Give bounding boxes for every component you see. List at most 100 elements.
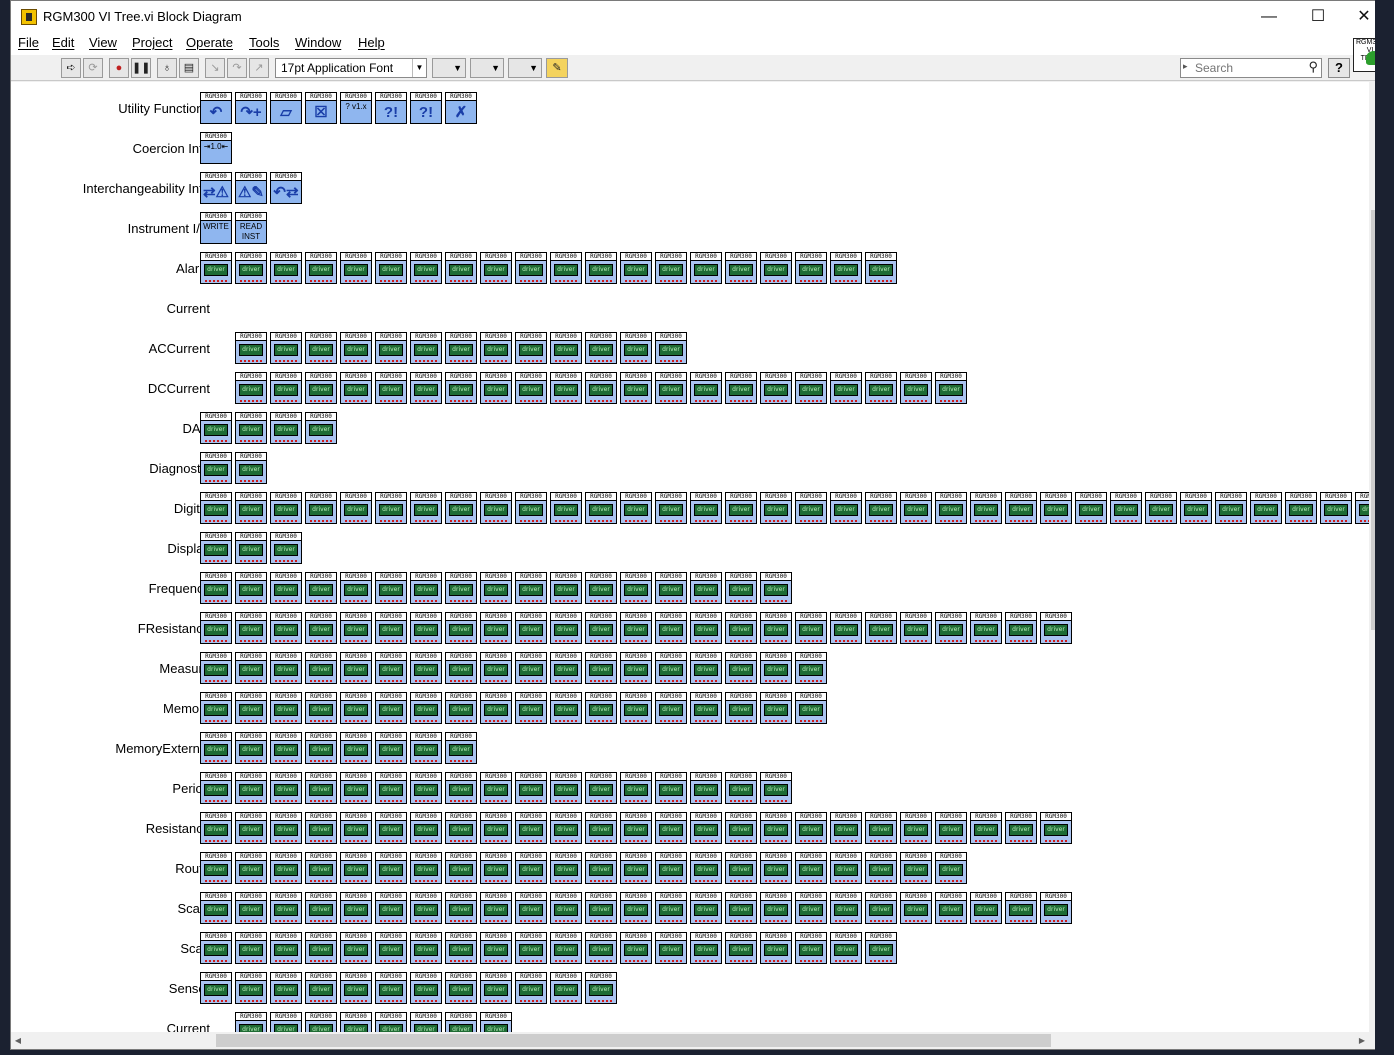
driver-subvi-icon[interactable]: RGM300 driver: [375, 372, 407, 404]
driver-subvi-icon[interactable]: RGM300 driver: [305, 332, 337, 364]
driver-subvi-icon[interactable]: RGM300 driver: [690, 652, 722, 684]
driver-subvi-icon[interactable]: RGM300 driver: [1040, 492, 1072, 524]
driver-subvi-icon[interactable]: RGM300 driver: [935, 372, 967, 404]
utility-subvi-icon[interactable]: RGM300 ✗: [445, 92, 477, 124]
driver-subvi-icon[interactable]: RGM300 driver: [760, 812, 792, 844]
driver-subvi-icon[interactable]: RGM300 driver: [795, 612, 827, 644]
driver-subvi-icon[interactable]: RGM300 driver: [235, 332, 267, 364]
driver-subvi-icon[interactable]: RGM300 driver: [935, 892, 967, 924]
driver-subvi-icon[interactable]: RGM300 driver: [585, 972, 617, 1004]
driver-subvi-icon[interactable]: RGM300 driver: [270, 932, 302, 964]
menu-tools[interactable]: Tools: [249, 35, 279, 50]
driver-subvi-icon[interactable]: RGM300 driver: [970, 892, 1002, 924]
driver-subvi-icon[interactable]: RGM300 driver: [305, 692, 337, 724]
driver-subvi-icon[interactable]: RGM300 driver: [900, 852, 932, 884]
driver-subvi-icon[interactable]: RGM300 driver: [410, 932, 442, 964]
driver-subvi-icon[interactable]: RGM300 driver: [865, 812, 897, 844]
retain-wire-values-icon[interactable]: ▤: [179, 58, 199, 78]
driver-subvi-icon[interactable]: RGM300 driver: [760, 892, 792, 924]
driver-subvi-icon[interactable]: RGM300 driver: [410, 252, 442, 284]
driver-subvi-icon[interactable]: RGM300 driver: [830, 852, 862, 884]
driver-subvi-icon[interactable]: RGM300 driver: [725, 692, 757, 724]
driver-subvi-icon[interactable]: RGM300 driver: [620, 812, 652, 844]
driver-subvi-icon[interactable]: RGM300 driver: [795, 492, 827, 524]
step-over-icon[interactable]: ↷: [227, 58, 247, 78]
driver-subvi-icon[interactable]: RGM300 driver: [305, 892, 337, 924]
driver-subvi-icon[interactable]: RGM300 driver: [690, 852, 722, 884]
reorder-icon[interactable]: ▼: [508, 58, 542, 78]
driver-subvi-icon[interactable]: RGM300 driver: [445, 772, 477, 804]
driver-subvi-icon[interactable]: RGM300 driver: [445, 972, 477, 1004]
menu-help[interactable]: Help: [358, 35, 385, 50]
menu-file[interactable]: File: [18, 35, 39, 50]
close-button[interactable]: ✕: [1350, 5, 1378, 29]
driver-subvi-icon[interactable]: RGM300 driver: [235, 612, 267, 644]
driver-subvi-icon[interactable]: RGM300 driver: [235, 892, 267, 924]
driver-subvi-icon[interactable]: RGM300 driver: [200, 532, 232, 564]
driver-subvi-icon[interactable]: RGM300 driver: [760, 372, 792, 404]
driver-subvi-icon[interactable]: RGM300 driver: [795, 252, 827, 284]
driver-subvi-icon[interactable]: RGM300 driver: [270, 812, 302, 844]
driver-subvi-icon[interactable]: RGM300 driver: [865, 252, 897, 284]
driver-subvi-icon[interactable]: RGM300 driver: [375, 332, 407, 364]
driver-subvi-icon[interactable]: RGM300 driver: [1005, 892, 1037, 924]
menu-operate[interactable]: Operate: [186, 35, 233, 50]
driver-subvi-icon[interactable]: RGM300 driver: [410, 972, 442, 1004]
driver-subvi-icon[interactable]: RGM300 driver: [200, 812, 232, 844]
align-objects-icon[interactable]: ▼: [432, 58, 466, 78]
driver-subvi-icon[interactable]: RGM300 driver: [445, 692, 477, 724]
maximize-button[interactable]: ☐: [1304, 5, 1332, 29]
driver-subvi-icon[interactable]: RGM300 driver: [270, 972, 302, 1004]
driver-subvi-icon[interactable]: RGM300 driver: [515, 652, 547, 684]
driver-subvi-icon[interactable]: RGM300 driver: [480, 492, 512, 524]
step-into-icon[interactable]: ↘: [205, 58, 225, 78]
driver-subvi-icon[interactable]: RGM300 driver: [270, 772, 302, 804]
driver-subvi-icon[interactable]: RGM300 driver: [690, 252, 722, 284]
driver-subvi-icon[interactable]: RGM300 driver: [515, 692, 547, 724]
driver-subvi-icon[interactable]: RGM300 driver: [550, 372, 582, 404]
driver-subvi-icon[interactable]: RGM300 driver: [585, 812, 617, 844]
driver-subvi-icon[interactable]: RGM300 driver: [865, 852, 897, 884]
driver-subvi-icon[interactable]: RGM300 driver: [655, 892, 687, 924]
driver-subvi-icon[interactable]: RGM300 driver: [725, 892, 757, 924]
driver-subvi-icon[interactable]: RGM300 driver: [830, 612, 862, 644]
driver-subvi-icon[interactable]: RGM300 driver: [935, 852, 967, 884]
driver-subvi-icon[interactable]: RGM300 driver: [305, 252, 337, 284]
driver-subvi-icon[interactable]: RGM300 driver: [515, 572, 547, 604]
driver-subvi-icon[interactable]: RGM300 driver: [795, 652, 827, 684]
driver-subvi-icon[interactable]: RGM300 driver: [725, 932, 757, 964]
driver-subvi-icon[interactable]: RGM300 driver: [410, 372, 442, 404]
utility-subvi-icon[interactable]: RGM300? v1.x: [340, 92, 372, 124]
driver-subvi-icon[interactable]: RGM300 driver: [375, 1012, 407, 1032]
driver-subvi-icon[interactable]: RGM300 driver: [305, 1012, 337, 1032]
driver-subvi-icon[interactable]: RGM300 driver: [1145, 492, 1177, 524]
driver-subvi-icon[interactable]: RGM300 driver: [550, 252, 582, 284]
driver-subvi-icon[interactable]: RGM300 driver: [830, 892, 862, 924]
utility-subvi-icon[interactable]: RGM300 ↶⇄: [270, 172, 302, 204]
driver-subvi-icon[interactable]: RGM300 driver: [690, 692, 722, 724]
driver-subvi-icon[interactable]: RGM300 driver: [410, 772, 442, 804]
driver-subvi-icon[interactable]: RGM300 driver: [1040, 612, 1072, 644]
driver-subvi-icon[interactable]: RGM300 driver: [1110, 492, 1142, 524]
driver-subvi-icon[interactable]: RGM300 driver: [270, 852, 302, 884]
driver-subvi-icon[interactable]: RGM300 driver: [515, 492, 547, 524]
driver-subvi-icon[interactable]: RGM300 driver: [655, 572, 687, 604]
driver-subvi-icon[interactable]: RGM300 driver: [620, 692, 652, 724]
driver-subvi-icon[interactable]: RGM300 driver: [970, 612, 1002, 644]
driver-subvi-icon[interactable]: RGM300 driver: [235, 692, 267, 724]
driver-subvi-icon[interactable]: RGM300 driver: [655, 332, 687, 364]
driver-subvi-icon[interactable]: RGM300 driver: [305, 772, 337, 804]
driver-subvi-icon[interactable]: RGM300 driver: [200, 692, 232, 724]
driver-subvi-icon[interactable]: RGM300 driver: [410, 572, 442, 604]
driver-subvi-icon[interactable]: RGM300 driver: [270, 252, 302, 284]
driver-subvi-icon[interactable]: RGM300 driver: [270, 492, 302, 524]
driver-subvi-icon[interactable]: RGM300 driver: [760, 692, 792, 724]
driver-subvi-icon[interactable]: RGM300 driver: [515, 812, 547, 844]
menu-view[interactable]: View: [89, 35, 117, 50]
driver-subvi-icon[interactable]: RGM300 driver: [200, 772, 232, 804]
driver-subvi-icon[interactable]: RGM300 driver: [305, 972, 337, 1004]
menu-window[interactable]: Window: [295, 35, 341, 50]
driver-subvi-icon[interactable]: RGM300 driver: [795, 692, 827, 724]
driver-subvi-icon[interactable]: RGM300 driver: [760, 492, 792, 524]
driver-subvi-icon[interactable]: RGM300 driver: [270, 572, 302, 604]
